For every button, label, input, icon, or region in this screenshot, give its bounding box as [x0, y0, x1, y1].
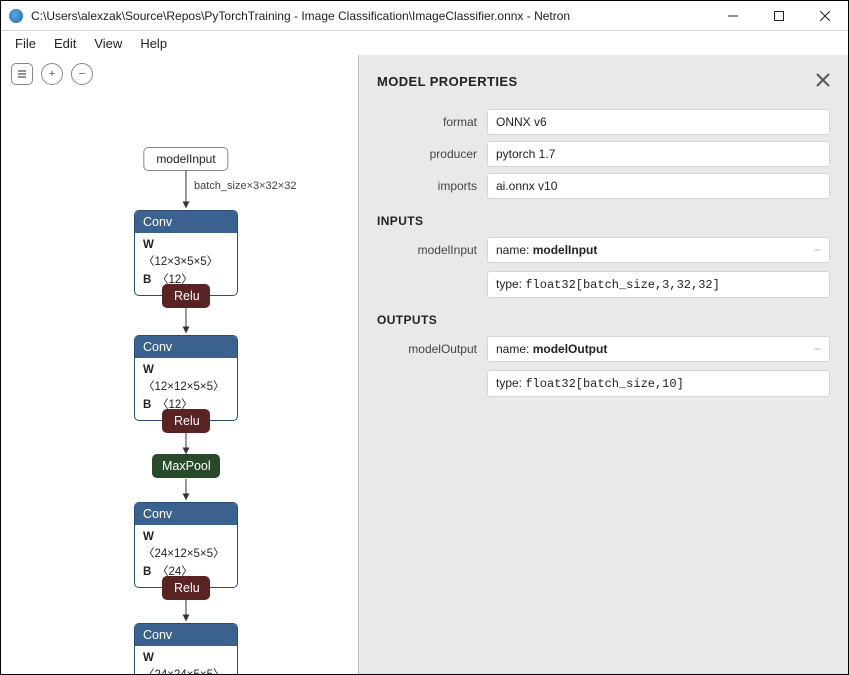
prop-label: modelInput [377, 237, 487, 298]
properties-panel: MODEL PROPERTIES format ONNX v6 producer… [358, 55, 848, 674]
node-relu-2[interactable]: Relu [162, 409, 210, 433]
node-model-input[interactable]: modelInput [143, 147, 228, 171]
node-header: Conv [135, 336, 237, 358]
panel-title: MODEL PROPERTIES [377, 74, 518, 89]
node-header: Conv [135, 211, 237, 233]
menu-view[interactable]: View [86, 33, 130, 54]
close-button[interactable] [802, 1, 848, 31]
node-maxpool[interactable]: MaxPool [152, 454, 220, 478]
input-type-value: type: float32[batch_size,3,32,32] [487, 271, 830, 298]
prop-label: imports [377, 173, 487, 199]
input-name-value[interactable]: name: modelInput− [487, 237, 830, 263]
node-conv-1[interactable]: Conv W〈12×3×5×5〉 B〈12〉 [134, 210, 238, 296]
main-area: + − modelInput batch_size× [1, 55, 848, 674]
node-conv-3[interactable]: Conv W〈24×12×5×5〉 B〈24〉 [134, 502, 238, 588]
app-icon [9, 9, 23, 23]
prop-row-modelinput: modelInput name: modelInput− type: float… [359, 234, 848, 301]
prop-row-modeloutput: modelOutput name: modelOutput− type: flo… [359, 333, 848, 400]
prop-row-format: format ONNX v6 [359, 106, 848, 138]
window-title: C:\Users\alexzak\Source\Repos\PyTorchTra… [31, 9, 710, 23]
prop-row-imports: imports ai.onnx v10 [359, 170, 848, 202]
edge-label-input-shape: batch_size×3×32×32 [194, 180, 296, 192]
menu-edit[interactable]: Edit [46, 33, 84, 54]
prop-label: producer [377, 141, 487, 167]
node-header: Conv [135, 624, 237, 646]
menu-help[interactable]: Help [132, 33, 175, 54]
node-conv-2[interactable]: Conv W〈12×12×5×5〉 B〈12〉 [134, 335, 238, 421]
section-outputs: OUTPUTS [359, 301, 848, 333]
menu-file[interactable]: File [7, 33, 44, 54]
window-controls [710, 1, 848, 31]
node-relu-3[interactable]: Relu [162, 576, 210, 600]
panel-header: MODEL PROPERTIES [359, 55, 848, 106]
output-name-value[interactable]: name: modelOutput− [487, 336, 830, 362]
window-titlebar: C:\Users\alexzak\Source\Repos\PyTorchTra… [1, 1, 848, 31]
prop-value: ai.onnx v10 [487, 173, 830, 199]
node-body: W〈24×24×5×5〉 [135, 646, 237, 674]
maximize-button[interactable] [756, 1, 802, 31]
output-type-value: type: float32[batch_size,10] [487, 370, 830, 397]
close-icon[interactable] [816, 73, 830, 90]
node-header: Conv [135, 503, 237, 525]
prop-label: format [377, 109, 487, 135]
menu-bar: File Edit View Help [1, 31, 848, 55]
prop-value: ONNX v6 [487, 109, 830, 135]
prop-label: modelOutput [377, 336, 487, 397]
section-inputs: INPUTS [359, 202, 848, 234]
minimize-button[interactable] [710, 1, 756, 31]
prop-row-producer: producer pytorch 1.7 [359, 138, 848, 170]
node-conv-4[interactable]: Conv W〈24×24×5×5〉 [134, 623, 238, 674]
node-relu-1[interactable]: Relu [162, 284, 210, 308]
prop-value: pytorch 1.7 [487, 141, 830, 167]
